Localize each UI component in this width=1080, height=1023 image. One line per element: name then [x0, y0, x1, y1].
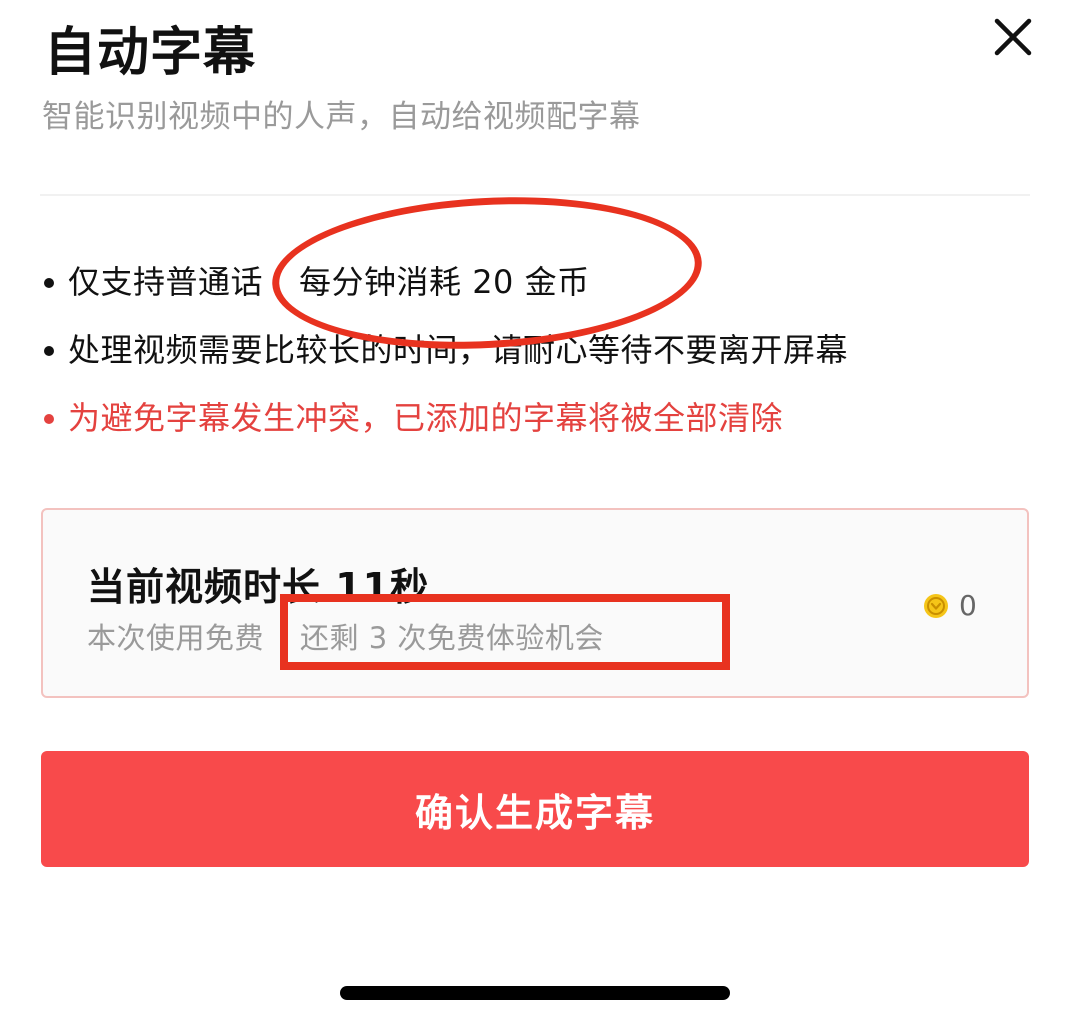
note-processing-time-text: 处理视频需要比较长的时间，请耐心等待不要离开屏幕	[68, 331, 849, 369]
bullet-dot	[44, 414, 54, 424]
note-language-text: 仅支持普通话	[68, 263, 264, 301]
dialog-title: 自动字幕	[44, 23, 257, 83]
free-trials-remaining: 还剩 3 次免费体验机会	[300, 621, 604, 655]
notes-list: 仅支持普通话 每分钟消耗 20 金币 处理视频需要比较长的时间，请耐心等待不要离开…	[42, 250, 848, 454]
dialog-subtitle: 智能识别视频中的人声，自动给视频配字幕	[42, 99, 641, 135]
note-coin-cost-text: 每分钟消耗 20 金币	[299, 263, 590, 301]
usage-info: 本次使用免费 还剩 3 次免费体验机会	[87, 618, 604, 658]
note-subtitle-clear-warning: 为避免字幕发生冲突，已添加的字幕将被全部清除	[42, 386, 848, 454]
bullet-dot	[44, 346, 54, 356]
note-language: 仅支持普通话 每分钟消耗 20 金币	[42, 250, 848, 318]
usage-free-label: 本次使用免费	[87, 621, 265, 655]
divider	[40, 194, 1030, 196]
confirm-generate-subtitles-button[interactable]: 确认生成字幕	[41, 751, 1029, 867]
coin-cost: 0	[923, 590, 977, 622]
home-indicator	[340, 986, 730, 1000]
video-duration-title: 当前视频时长 11秒	[87, 565, 430, 609]
close-button[interactable]	[984, 8, 1042, 66]
video-duration-card: 当前视频时长 11秒 本次使用免费 还剩 3 次免费体验机会 0	[41, 508, 1029, 698]
gold-coin-icon	[924, 594, 948, 618]
note-subtitle-clear-warning-text: 为避免字幕发生冲突，已添加的字幕将被全部清除	[68, 399, 784, 437]
coin-cost-value: 0	[959, 589, 977, 622]
note-processing-time: 处理视频需要比较长的时间，请耐心等待不要离开屏幕	[42, 318, 848, 386]
bullet-dot	[44, 278, 54, 288]
close-icon	[994, 18, 1032, 56]
